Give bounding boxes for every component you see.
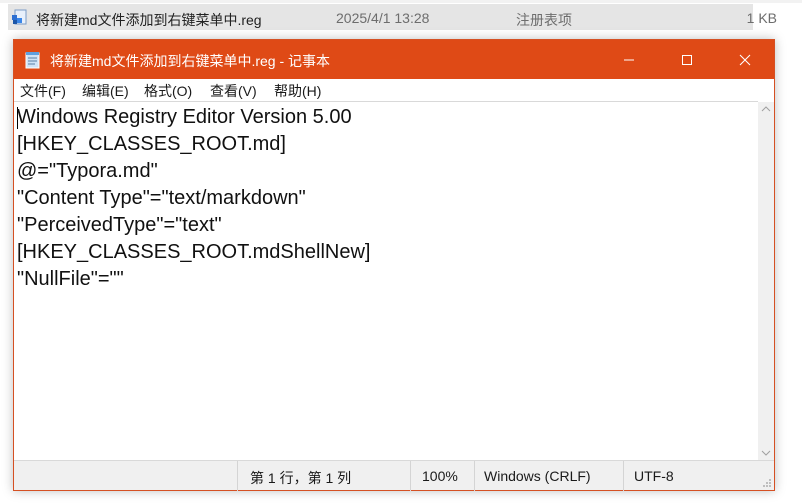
menu-view[interactable]: 查看(V) — [210, 81, 257, 101]
minimize-icon — [624, 59, 634, 60]
close-icon — [739, 54, 751, 65]
menu-file[interactable]: 文件(F) — [20, 81, 66, 101]
explorer-row-divider — [0, 0, 802, 3]
explorer-file-name: 将新建md文件添加到右键菜单中.reg — [36, 12, 262, 28]
minimize-button[interactable] — [600, 40, 658, 79]
editor-line: "PerceivedType"="text" — [17, 214, 222, 236]
notepad-window: 将新建md文件添加到右键菜单中.reg - 记事本 文件(F) 编辑(E) 格式… — [13, 39, 775, 491]
notepad-icon — [25, 52, 40, 69]
editor-line: Windows Registry Editor Version 5.00 — [17, 106, 352, 128]
maximize-button[interactable] — [658, 40, 716, 79]
status-cursor-position: 第 1 行，第 1 列 — [250, 470, 352, 486]
window-title: 将新建md文件添加到右键菜单中.reg - 记事本 — [50, 53, 331, 69]
close-button[interactable] — [716, 40, 774, 79]
status-encoding: UTF-8 — [634, 468, 674, 484]
status-divider — [623, 461, 624, 491]
editor-line: "Content Type"="text/markdown" — [17, 187, 306, 209]
status-divider — [474, 461, 475, 491]
explorer-file-size: 1 KB — [746, 10, 777, 26]
scroll-up-icon[interactable] — [761, 106, 771, 112]
menu-bar: 文件(F) 编辑(E) 格式(O) 查看(V) 帮助(H) — [14, 79, 774, 101]
maximize-icon — [682, 54, 692, 65]
vertical-scrollbar[interactable] — [758, 102, 774, 460]
menu-edit[interactable]: 编辑(E) — [82, 81, 129, 101]
registry-file-icon — [12, 9, 27, 25]
status-divider — [237, 461, 238, 491]
status-zoom: 100% — [422, 468, 458, 484]
editor-line: @="Typora.md" — [17, 160, 158, 182]
status-divider — [410, 461, 411, 491]
menu-help[interactable]: 帮助(H) — [274, 81, 321, 101]
explorer-file-type: 注册表项 — [516, 12, 572, 28]
explorer-file-row[interactable]: 将新建md文件添加到右键菜单中.reg 2025/4/1 13:28 注册表项 … — [0, 0, 802, 36]
editor-line: [HKEY_CLASSES_ROOT.mdShellNew] — [17, 241, 371, 263]
resize-grip-icon[interactable] — [762, 478, 772, 488]
editor-line: "NullFile"="" — [17, 268, 124, 290]
menu-format[interactable]: 格式(O) — [144, 81, 192, 101]
title-bar[interactable]: 将新建md文件添加到右键菜单中.reg - 记事本 — [14, 40, 774, 79]
status-line-ending: Windows (CRLF) — [484, 468, 591, 484]
scroll-down-icon[interactable] — [761, 450, 771, 456]
explorer-file-modified: 2025/4/1 13:28 — [336, 10, 430, 26]
text-editor[interactable]: Windows Registry Editor Version 5.00 [HK… — [14, 101, 758, 461]
status-bar: 第 1 行，第 1 列 100% Windows (CRLF) UTF-8 — [14, 460, 774, 491]
editor-line: [HKEY_CLASSES_ROOT.md] — [17, 133, 286, 155]
